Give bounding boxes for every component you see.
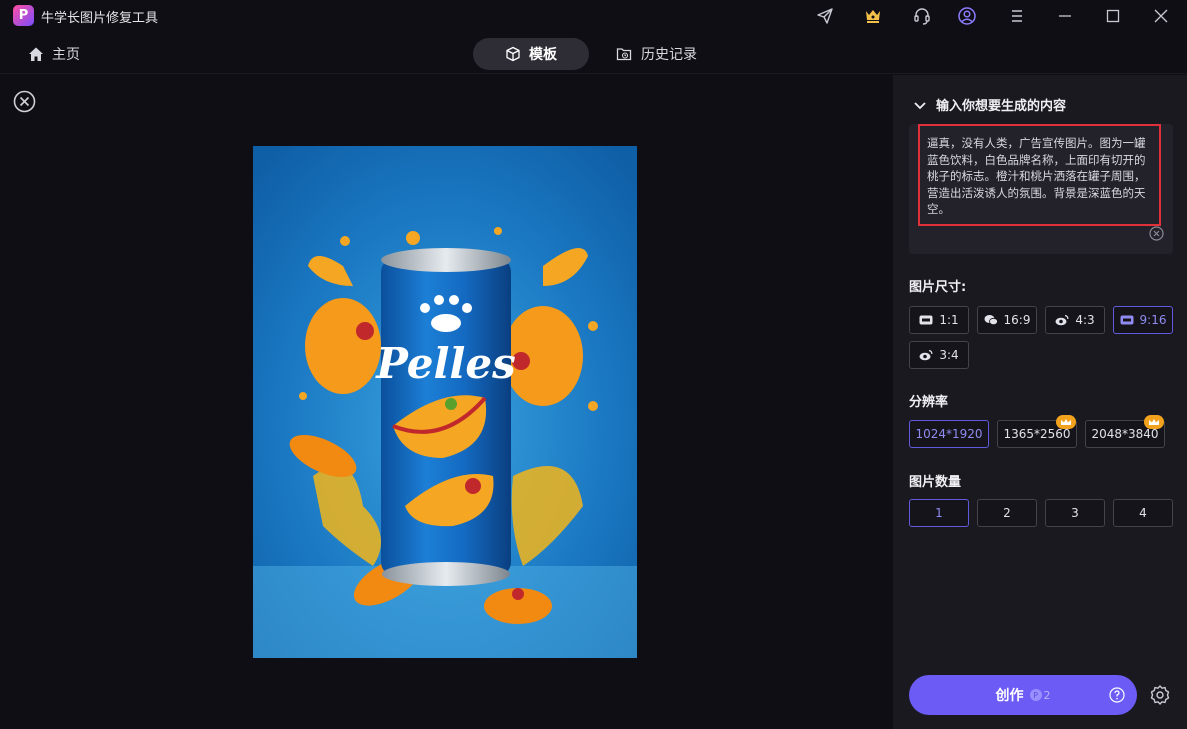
close-icon[interactable] — [1149, 4, 1173, 28]
folder-clock-icon — [616, 48, 632, 61]
user-icon[interactable] — [955, 4, 979, 28]
create-button-label: 创作 — [995, 688, 1024, 704]
count-option-1[interactable]: 1 — [909, 499, 969, 527]
resolution-option-label: 1024*1920 — [915, 427, 983, 441]
app-title: 牛学长图片修复工具 — [41, 11, 159, 26]
premium-crown-icon — [1056, 415, 1076, 429]
size-option-label: 1:1 — [939, 313, 959, 327]
minimize-icon[interactable] — [1053, 4, 1077, 28]
resolution-option-label: 2048*3840 — [1091, 427, 1159, 441]
size-option-label: 9:16 — [1139, 313, 1167, 327]
credit-cost: P 2 — [1029, 688, 1051, 702]
size-option-label: 16:9 — [1003, 313, 1031, 327]
prompt-text[interactable]: 逼真，没有人类，广告宣传图片。图为一罐蓝色饮料，白色品牌名称，上面印有切开的桃子… — [918, 124, 1161, 226]
tab-templates[interactable]: 模板 — [473, 38, 589, 70]
tab-history[interactable]: 历史记录 — [616, 44, 697, 64]
home-label: 主页 — [52, 47, 80, 63]
count-option-label: 4 — [1139, 506, 1147, 520]
crown-cart-icon[interactable] — [861, 4, 885, 28]
count-option-label: 3 — [1071, 506, 1079, 520]
size-option-3-4[interactable]: 3:4 — [909, 341, 969, 369]
weibo-icon — [919, 349, 933, 361]
size-option-9-16[interactable]: 9:16 — [1113, 306, 1173, 334]
size-option-label: 4:3 — [1075, 313, 1095, 327]
count-option-3[interactable]: 3 — [1045, 499, 1105, 527]
size-option-1-1[interactable]: 1:1 — [909, 306, 969, 334]
count-option-label: 1 — [935, 506, 943, 520]
tiktok-icon — [919, 314, 933, 326]
credit-cost-value: 2 — [1043, 688, 1051, 702]
premium-crown-icon — [1144, 415, 1164, 429]
headset-icon[interactable] — [910, 4, 934, 28]
resolution-option-1024[interactable]: 1024*1920 — [909, 420, 989, 448]
tab-templates-label: 模板 — [529, 47, 557, 63]
resolution-option-1365[interactable]: 1365*2560 — [997, 415, 1077, 448]
create-button[interactable]: 创作 P 2 — [909, 675, 1137, 715]
help-icon[interactable] — [1109, 687, 1125, 703]
size-option-4-3[interactable]: 4:3 — [1045, 306, 1105, 334]
resolution-label: 分辨率 — [909, 395, 949, 410]
home-icon — [29, 47, 43, 61]
gear-icon[interactable] — [1149, 684, 1171, 706]
home-link[interactable]: 主页 — [28, 44, 80, 64]
count-option-2[interactable]: 2 — [977, 499, 1037, 527]
prompt-section-title: 输入你想要生成的内容 — [936, 99, 1067, 114]
maximize-icon[interactable] — [1101, 4, 1125, 28]
size-option-label: 3:4 — [939, 348, 959, 362]
cube-icon — [506, 46, 520, 62]
poster-brand-text: Pelles — [375, 339, 515, 388]
resolution-option-2048[interactable]: 2048*3840 — [1085, 415, 1165, 448]
count-option-4[interactable]: 4 — [1113, 499, 1173, 527]
generated-image[interactable]: Pelles — [253, 146, 637, 658]
count-option-label: 2 — [1003, 506, 1011, 520]
prompt-section-header[interactable]: 输入你想要生成的内容 — [912, 95, 1066, 114]
close-preview-icon[interactable] — [13, 90, 36, 113]
chevron-down-icon — [914, 101, 926, 109]
resolution-option-label: 1365*2560 — [1003, 427, 1071, 441]
send-icon[interactable] — [813, 4, 837, 28]
count-label: 图片数量 — [909, 475, 962, 490]
wechat-icon — [984, 314, 998, 326]
size-label: 图片尺寸: — [909, 280, 967, 295]
title-bar: P 牛学长图片修复工具 — [0, 0, 1187, 32]
tiktok-icon — [1120, 314, 1134, 326]
nav-bar: 主页 模板 历史记录 — [0, 32, 1187, 74]
menu-icon[interactable] — [1005, 4, 1029, 28]
app-logo: P — [13, 5, 34, 26]
coin-icon: P — [1029, 689, 1042, 701]
tab-history-label: 历史记录 — [641, 47, 697, 63]
clear-prompt-icon[interactable] — [1149, 226, 1164, 241]
size-option-16-9[interactable]: 16:9 — [977, 306, 1037, 334]
weibo-icon — [1055, 314, 1069, 326]
